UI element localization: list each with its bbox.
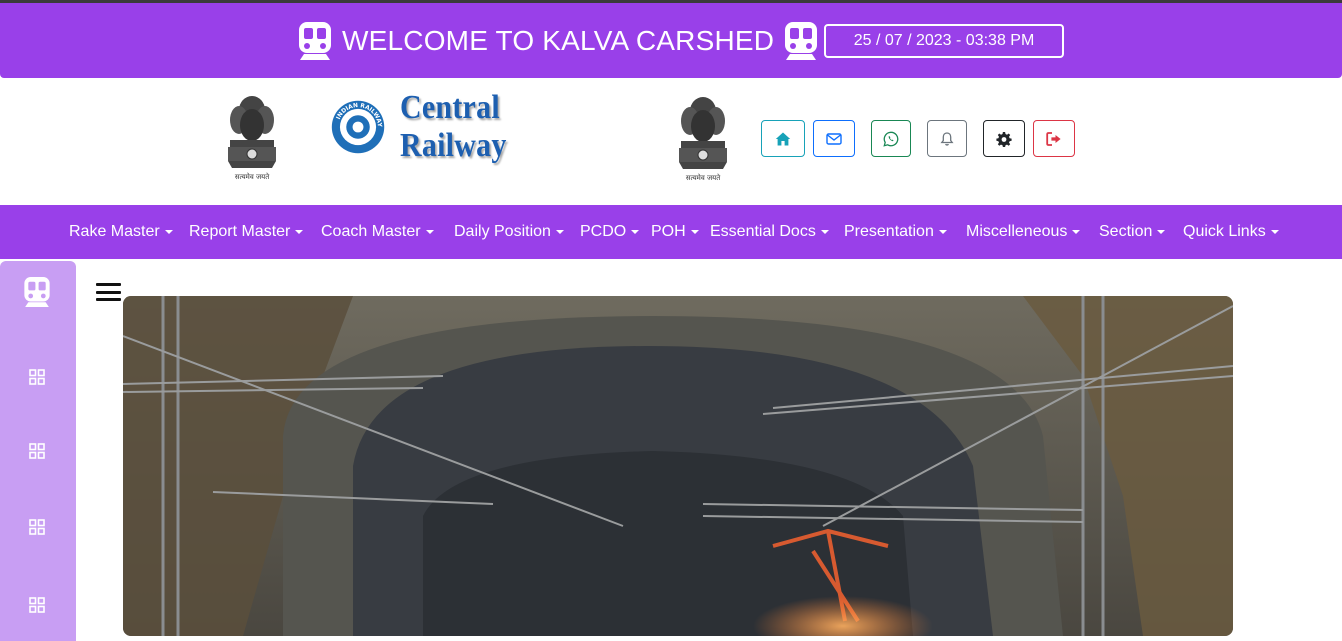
nav-essential-docs[interactable]: Essential Docs (710, 205, 829, 259)
nav-miscelleneous[interactable]: Miscelleneous (966, 205, 1081, 259)
caret-down-icon (820, 230, 829, 234)
home-button[interactable] (761, 120, 805, 157)
nav-quick-links[interactable]: Quick Links (1183, 205, 1279, 259)
sidebar (0, 261, 76, 641)
caret-down-icon (1157, 230, 1166, 234)
grid-icon[interactable] (29, 519, 45, 535)
nav-rake-master[interactable]: Rake Master (69, 205, 173, 259)
home-icon (775, 132, 791, 145)
caret-down-icon (631, 230, 640, 234)
logo-text: Central Railway (400, 89, 507, 164)
logout-button[interactable] (1033, 120, 1075, 157)
nav-section[interactable]: Section (1099, 205, 1166, 259)
train-icon (785, 22, 818, 60)
welcome-heading: WELCOME TO KALVA CARSHED (296, 19, 820, 63)
central-railway-logo: INDIAN RAILWAYS Central Railway (330, 89, 620, 164)
gear-icon (996, 131, 1012, 147)
emblem-motto: सत्यमेव जयते (235, 172, 270, 181)
nav-coach-master[interactable]: Coach Master (321, 205, 434, 259)
emblem-motto: सत्यमेव जयते (686, 173, 721, 182)
main-navbar: Rake Master Report Master Coach Master D… (0, 205, 1342, 259)
datetime-display: 25 / 07 / 2023 - 03:38 PM (824, 24, 1064, 58)
caret-down-icon (938, 230, 947, 234)
whatsapp-icon (883, 131, 899, 147)
welcome-text: WELCOME TO KALVA CARSHED (342, 25, 775, 56)
hero-tunnel-image (123, 296, 1233, 636)
welcome-banner: WELCOME TO KALVA CARSHED 25 / 07 / 2023 … (0, 3, 1342, 78)
nav-pcdo[interactable]: PCDO (580, 205, 640, 259)
mail-button[interactable] (813, 120, 855, 157)
hamburger-icon[interactable] (96, 281, 121, 303)
nav-daily-position[interactable]: Daily Position (454, 205, 564, 259)
caret-down-icon (425, 230, 434, 234)
sign-out-icon (1046, 131, 1061, 146)
caret-down-icon (690, 230, 699, 234)
envelope-icon (826, 132, 842, 145)
caret-down-icon (295, 230, 304, 234)
caret-down-icon (1270, 230, 1279, 234)
train-icon[interactable] (22, 276, 52, 308)
header: सत्यमेव जयते INDIAN RAILWAYS Central Rai… (0, 78, 1342, 205)
bell-icon (940, 131, 954, 146)
caret-down-icon (164, 230, 173, 234)
grid-icon[interactable] (29, 597, 45, 613)
grid-icon[interactable] (29, 369, 45, 385)
indian-railways-emblem: INDIAN RAILWAYS (330, 96, 385, 154)
nav-poh[interactable]: POH (651, 205, 699, 259)
caret-down-icon (555, 230, 564, 234)
settings-button[interactable] (983, 120, 1025, 157)
nav-report-master[interactable]: Report Master (189, 205, 304, 259)
nav-presentation[interactable]: Presentation (844, 205, 947, 259)
national-emblem-right: सत्यमेव जयते (679, 97, 727, 182)
grid-icon[interactable] (29, 443, 45, 459)
notifications-button[interactable] (927, 120, 967, 157)
whatsapp-button[interactable] (871, 120, 911, 157)
national-emblem-left: सत्यमेव जयते (228, 96, 276, 181)
caret-down-icon (1072, 230, 1081, 234)
train-icon (299, 22, 331, 60)
